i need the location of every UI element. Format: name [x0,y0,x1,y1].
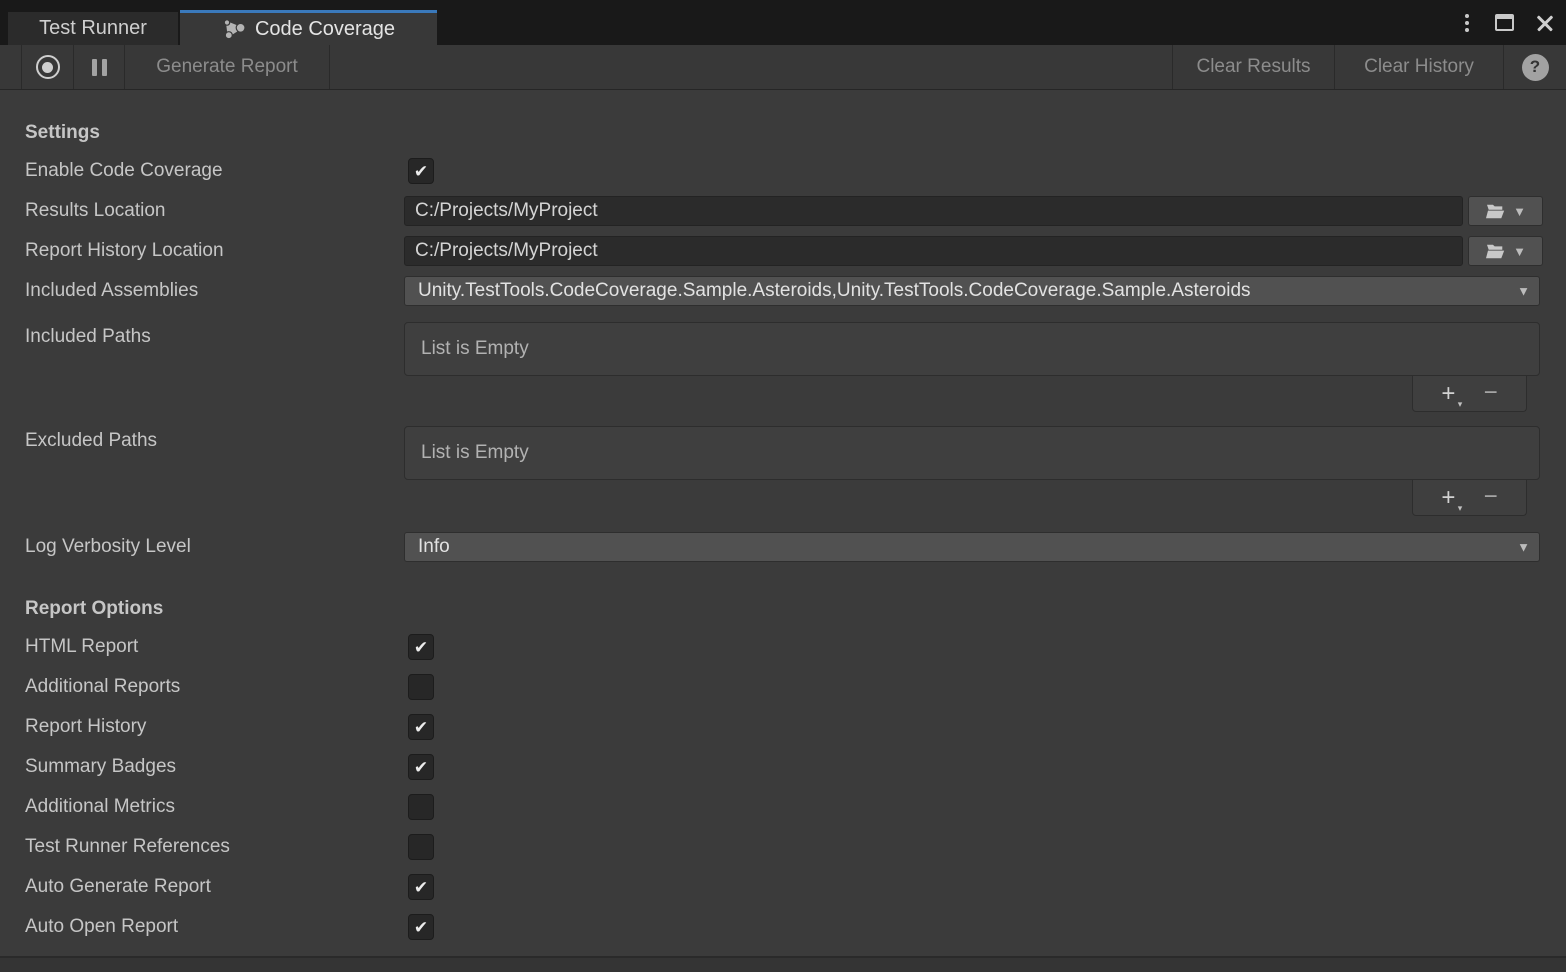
included-assemblies-value: Unity.TestTools.CodeCoverage.Sample.Aste… [418,280,1511,302]
pause-button[interactable] [74,45,125,89]
results-location-label: Results Location [25,200,165,222]
additional-reports-checkbox[interactable] [408,674,434,700]
report-history-row: Report History [0,712,1566,742]
chevron-down-icon: ▼ [1517,284,1530,299]
record-button[interactable] [22,45,74,89]
html-report-checkbox[interactable] [408,634,434,660]
remove-path-button[interactable]: − [1484,386,1498,400]
tab-code-coverage[interactable]: Code Coverage [180,10,437,45]
help-icon: ? [1522,54,1549,81]
help-button[interactable]: ? [1503,45,1566,89]
included-assemblies-label: Included Assemblies [25,280,198,302]
test-runner-references-row: Test Runner References [0,832,1566,862]
additional-reports-row: Additional Reports [0,672,1566,702]
list-empty-text: List is Empty [421,338,529,360]
auto-generate-report-row: Auto Generate Report [0,872,1566,902]
report-history-location-input[interactable]: C:/Projects/MyProject [404,236,1463,266]
included-paths-list-footer: + ▾ − [1412,376,1527,412]
clear-results-label: Clear Results [1196,56,1310,78]
open-folder-icon [1485,203,1506,220]
open-folder-icon [1485,243,1506,260]
tab-bar: Test Runner Code Coverage [0,0,1566,45]
report-options-header: Report Options [25,598,163,620]
excluded-paths-label: Excluded Paths [25,430,157,452]
tab-test-runner[interactable]: Test Runner [8,12,178,45]
code-coverage-panel: Settings Enable Code Coverage Results Lo… [0,90,1566,956]
chevron-down-icon: ▼ [1513,204,1526,219]
toolbar: Generate Report Clear Results Clear Hist… [0,45,1566,90]
included-paths-list[interactable]: List is Empty [404,322,1540,376]
tab-label: Code Coverage [255,18,395,41]
window-controls [1461,0,1554,45]
auto-open-report-checkbox[interactable] [408,914,434,940]
test-runner-references-label: Test Runner References [25,836,230,858]
results-location-row: Results Location C:/Projects/MyProject ▼ [0,196,1566,226]
code-coverage-icon [222,17,246,41]
remove-path-button[interactable]: − [1484,490,1498,504]
auto-generate-report-checkbox[interactable] [408,874,434,900]
clear-history-label: Clear History [1364,56,1474,78]
enable-code-coverage-row: Enable Code Coverage [0,156,1566,186]
minus-icon: − [1484,483,1498,510]
auto-generate-report-label: Auto Generate Report [25,876,211,898]
toolbar-flex-space [330,45,1172,89]
settings-header-row: Settings [0,118,1566,148]
kebab-menu-icon[interactable] [1461,10,1473,36]
chevron-down-icon: ▼ [1517,540,1530,555]
enable-code-coverage-label: Enable Code Coverage [25,160,223,182]
minus-icon: − [1484,379,1498,406]
report-history-label: Report History [25,716,146,738]
maximize-icon[interactable] [1495,14,1514,31]
add-path-button[interactable]: + ▾ [1441,486,1455,510]
report-options-header-row: Report Options [0,594,1566,624]
add-path-button[interactable]: + ▾ [1441,382,1455,406]
included-assemblies-row: Included Assemblies Unity.TestTools.Code… [0,276,1566,306]
results-location-browse-button[interactable]: ▼ [1468,196,1543,226]
additional-metrics-row: Additional Metrics [0,792,1566,822]
list-empty-text: List is Empty [421,442,529,464]
additional-metrics-label: Additional Metrics [25,796,175,818]
generate-report-button[interactable]: Generate Report [125,45,330,89]
report-history-location-row: Report History Location C:/Projects/MyPr… [0,236,1566,266]
summary-badges-row: Summary Badges [0,752,1566,782]
report-history-checkbox[interactable] [408,714,434,740]
html-report-row: HTML Report [0,632,1566,662]
summary-badges-label: Summary Badges [25,756,176,778]
settings-header: Settings [25,122,100,144]
excluded-paths-list-footer: + ▾ − [1412,480,1527,516]
auto-open-report-label: Auto Open Report [25,916,178,938]
pause-icon [92,59,107,76]
log-verbosity-row: Log Verbosity Level Info ▼ [0,532,1566,562]
html-report-label: HTML Report [25,636,138,658]
record-icon [36,55,60,79]
auto-open-report-row: Auto Open Report [0,912,1566,942]
generate-report-label: Generate Report [156,56,298,78]
plus-icon: + [1441,380,1455,407]
toolbar-spacer [0,45,22,89]
add-dropdown-caret-icon: ▾ [1458,400,1463,409]
results-location-input[interactable]: C:/Projects/MyProject [404,196,1463,226]
plus-icon: + [1441,484,1455,511]
add-dropdown-caret-icon: ▾ [1458,504,1463,513]
additional-metrics-checkbox[interactable] [408,794,434,820]
tab-label: Test Runner [39,17,147,40]
included-assemblies-dropdown[interactable]: Unity.TestTools.CodeCoverage.Sample.Aste… [404,276,1540,306]
clear-history-button[interactable]: Clear History [1334,45,1503,89]
test-runner-references-checkbox[interactable] [408,834,434,860]
window-bottom-edge [0,956,1566,972]
additional-reports-label: Additional Reports [25,676,180,698]
summary-badges-checkbox[interactable] [408,754,434,780]
log-verbosity-value: Info [418,536,1511,558]
report-history-browse-button[interactable]: ▼ [1468,236,1543,266]
report-history-location-label: Report History Location [25,240,224,262]
chevron-down-icon: ▼ [1513,244,1526,259]
enable-code-coverage-checkbox[interactable] [408,158,434,184]
log-verbosity-label: Log Verbosity Level [25,536,191,558]
clear-results-button[interactable]: Clear Results [1172,45,1334,89]
log-verbosity-dropdown[interactable]: Info ▼ [404,532,1540,562]
close-icon[interactable] [1536,14,1554,32]
excluded-paths-list[interactable]: List is Empty [404,426,1540,480]
included-paths-label: Included Paths [25,326,151,348]
